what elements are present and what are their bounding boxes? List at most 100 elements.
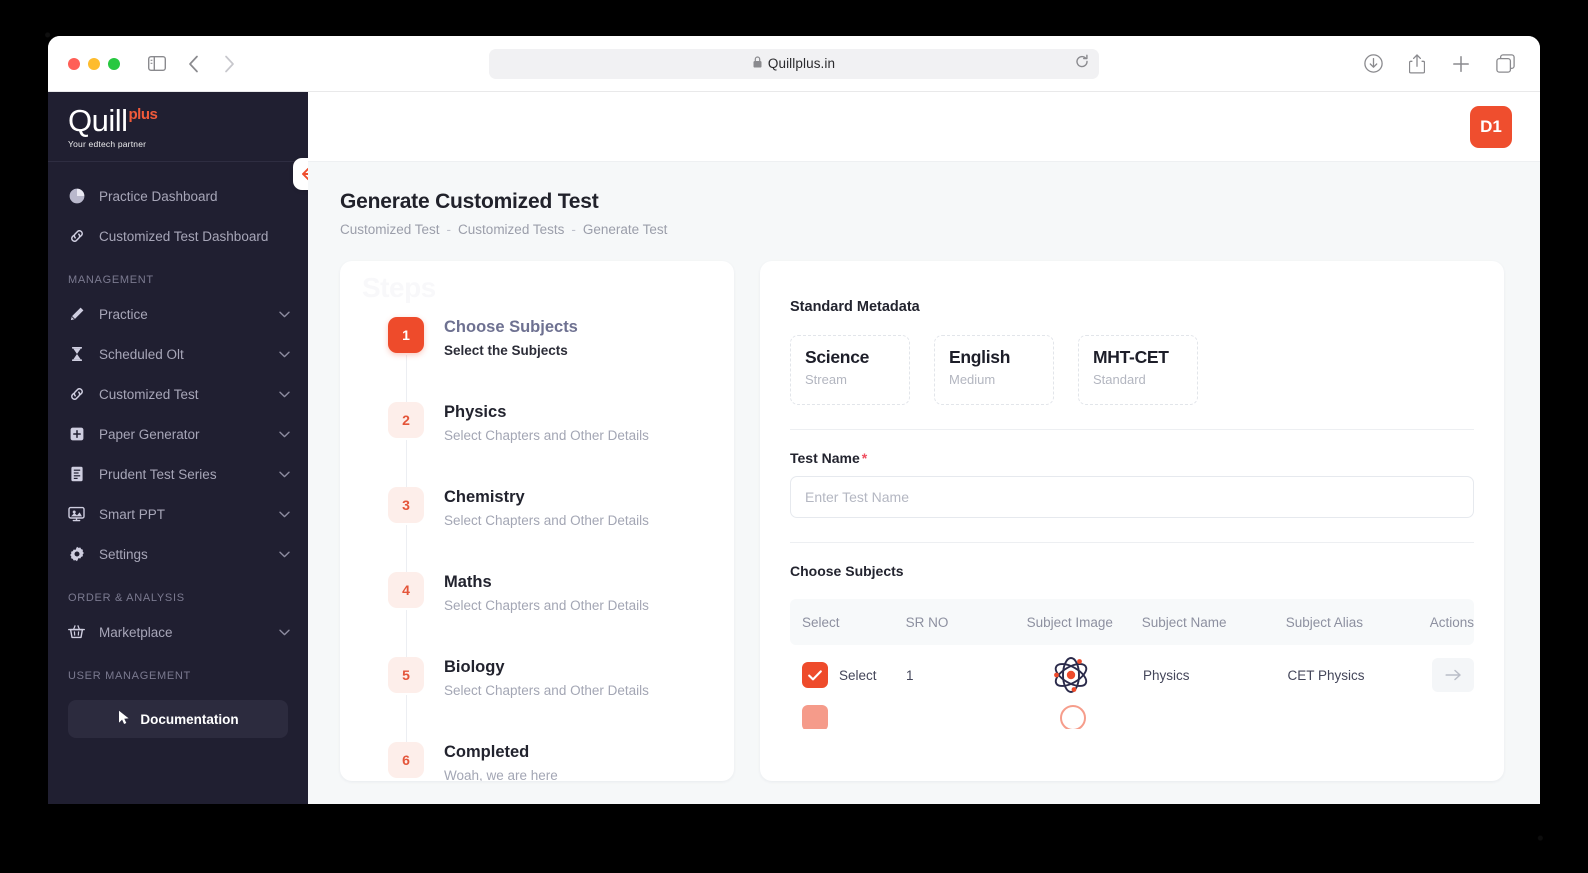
brand-logo[interactable]: Quillplus Your edtech partner	[48, 92, 308, 162]
stepper-step-3[interactable]: 3 Chemistry Select Chapters and Other De…	[388, 487, 734, 572]
chevron-down-icon[interactable]	[279, 311, 290, 318]
column-header-subject-image: Subject Image	[1026, 614, 1113, 630]
row-select-label: Select	[839, 667, 877, 683]
row-select-cell: Select	[790, 662, 906, 688]
chevron-down-icon[interactable]	[279, 629, 290, 636]
minimize-window-button[interactable]	[88, 57, 100, 70]
sidebar-item-label: Marketplace	[99, 624, 173, 640]
test-name-label: Test Name *	[790, 450, 1474, 466]
column-header-subject-name: Subject Name	[1141, 614, 1227, 630]
page-content: Generate Customized Test Customized Test…	[308, 162, 1540, 781]
brand-superscript: plus	[128, 105, 158, 123]
stepper-step-5[interactable]: 5 Biology Select Chapters and Other Deta…	[388, 657, 734, 742]
sidebar-item-label: Prudent Test Series	[99, 466, 217, 482]
step-number-badge[interactable]: 5	[388, 657, 424, 693]
downloads-icon[interactable]	[1358, 49, 1388, 79]
tab-overview-icon[interactable]	[1490, 49, 1520, 79]
standard-metadata-row: Science Stream English Medium MHT-CET St…	[790, 335, 1474, 405]
chevron-down-icon[interactable]	[279, 511, 290, 518]
stepper-watermark: Steps	[362, 272, 436, 303]
forward-chevron-icon[interactable]	[214, 49, 244, 79]
test-name-label-text: Test Name	[790, 450, 860, 466]
step-connector	[405, 440, 407, 487]
basket-icon	[68, 624, 85, 641]
documentation-button[interactable]: Documentation	[68, 700, 288, 738]
window-controls[interactable]	[68, 57, 120, 70]
sidebar-item-practice-dashboard[interactable]: Practice Dashboard	[48, 176, 308, 216]
pie-chart-icon	[68, 188, 85, 205]
chevron-down-icon[interactable]	[279, 551, 290, 558]
stepper-step-6[interactable]: 6 Completed Woah, we are here	[388, 742, 734, 781]
sidebar: Quillplus Your edtech partner Practice D…	[48, 92, 308, 804]
metadata-box-stream: Science Stream	[790, 335, 910, 405]
chevron-down-icon[interactable]	[279, 351, 290, 358]
stepper-step-4[interactable]: 4 Maths Select Chapters and Other Detail…	[388, 572, 734, 657]
step-description: Select the Subjects	[444, 342, 568, 358]
plus-icon[interactable]	[1446, 49, 1476, 79]
sidebar-item-label: Practice	[99, 306, 148, 322]
row-action-button[interactable]	[1432, 658, 1475, 692]
table-row[interactable]: Select 1 Physics CET Physics	[790, 645, 1475, 705]
row-checkbox[interactable]	[802, 662, 828, 688]
step-number-badge[interactable]: 6	[388, 742, 424, 778]
url-bar-area: Quillplus.in	[244, 48, 1344, 79]
application-body: Quillplus Your edtech partner Practice D…	[48, 92, 1540, 804]
address-bar[interactable]: Quillplus.in	[489, 48, 1099, 79]
chevron-down-icon[interactable]	[279, 391, 290, 398]
avatar[interactable]: D1	[1470, 105, 1512, 148]
step-title: Maths	[444, 573, 492, 591]
step-connector	[405, 695, 407, 742]
metadata-key: Medium	[949, 372, 996, 387]
step-title: Choose Subjects	[444, 318, 578, 336]
navigation-buttons[interactable]	[178, 49, 244, 79]
row-subject-image	[1060, 705, 1086, 729]
stepper-card: Steps 1 Choose Subjects Select the Subje…	[340, 261, 734, 781]
table-row-partial[interactable]	[790, 705, 1474, 729]
sidebar-item-label: Paper Generator	[99, 426, 200, 442]
sidebar-item-customized-test[interactable]: Customized Test	[48, 374, 308, 414]
divider	[790, 542, 1474, 543]
column-header-select: Select	[802, 614, 840, 630]
step-text: Maths Select Chapters and Other Details	[444, 572, 649, 657]
chevron-down-icon[interactable]	[279, 471, 290, 478]
step-number-badge[interactable]: 2	[388, 402, 424, 438]
row-checkbox[interactable]	[802, 705, 828, 729]
documentation-label: Documentation	[140, 711, 239, 727]
breadcrumb-item-3[interactable]: Generate Test	[583, 222, 668, 237]
maximize-window-button[interactable]	[108, 57, 120, 70]
step-number-badge[interactable]: 4	[388, 572, 424, 608]
stepper-step-1[interactable]: 1 Choose Subjects Select the Subjects	[388, 317, 734, 402]
sidebar-item-practice[interactable]: Practice	[48, 294, 308, 334]
breadcrumb-item-2[interactable]: Customized Tests	[458, 222, 564, 237]
step-connector	[405, 355, 407, 402]
chevron-down-icon[interactable]	[279, 431, 290, 438]
step-title: Chemistry	[444, 488, 525, 506]
share-icon[interactable]	[1402, 49, 1432, 79]
arrow-right-icon	[1444, 669, 1461, 681]
step-number-badge[interactable]: 1	[388, 317, 424, 353]
app-header: D1	[308, 92, 1540, 162]
lock-icon	[753, 56, 762, 71]
back-chevron-icon[interactable]	[178, 49, 208, 79]
sidebar-item-customized-test-dashboard[interactable]: Customized Test Dashboard	[48, 216, 308, 256]
sidebar-item-smart-ppt[interactable]: Smart PPT	[48, 494, 308, 534]
stepper-step-2[interactable]: 2 Physics Select Chapters and Other Deta…	[388, 402, 734, 487]
check-icon	[808, 669, 822, 680]
sidebar-item-marketplace[interactable]: Marketplace	[48, 612, 308, 652]
step-text: Completed Woah, we are here	[444, 742, 558, 781]
sidebar-item-paper-generator[interactable]: Paper Generator	[48, 414, 308, 454]
row-subject-alias: CET Physics	[1287, 667, 1365, 683]
reload-icon[interactable]	[1075, 54, 1089, 73]
sidebar-item-prudent-test-series[interactable]: Prudent Test Series	[48, 454, 308, 494]
sidebar-toggle-icon[interactable]	[142, 49, 172, 79]
sidebar-item-scheduled-olt[interactable]: Scheduled Olt	[48, 334, 308, 374]
row-subject-name: Physics	[1143, 667, 1190, 683]
test-name-input[interactable]	[790, 476, 1474, 518]
sidebar-collapse-button[interactable]	[293, 158, 308, 190]
step-title: Completed	[444, 743, 530, 761]
browser-toolbar: Quillplus.in	[48, 36, 1540, 92]
breadcrumb-item-1[interactable]: Customized Test	[340, 222, 440, 237]
close-window-button[interactable]	[68, 57, 80, 70]
step-number-badge[interactable]: 3	[388, 487, 424, 523]
sidebar-item-settings[interactable]: Settings	[48, 534, 308, 574]
